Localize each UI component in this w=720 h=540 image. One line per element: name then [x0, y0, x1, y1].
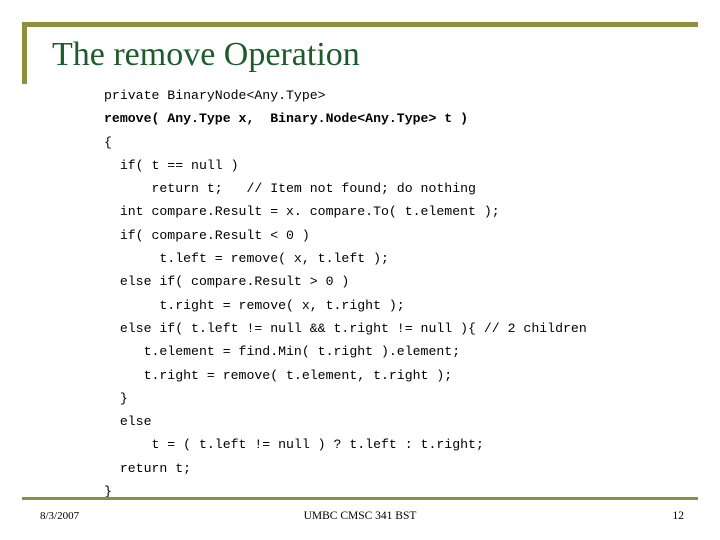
code-line: t.right = remove( t.element, t.right );: [104, 367, 453, 383]
code-line: t.element = find.Min( t.right ).element;: [104, 344, 461, 360]
code-line: private BinaryNode<Any.Type>: [104, 88, 326, 103]
page-title: The remove Operation: [52, 36, 360, 73]
code-line: return t;: [104, 460, 192, 476]
code-line: t = ( t.left != null ) ? t.left : t.righ…: [104, 437, 484, 453]
code-line: remove( Any.Type x, Binary.Node<Any.Type…: [104, 111, 469, 127]
code-block: private BinaryNode<Any.Type> remove( Any.…: [104, 84, 704, 503]
code-line: int compare.Result = x. compare.To( t.el…: [104, 204, 500, 220]
decorative-top-rule: [22, 22, 698, 27]
decorative-bottom-rule: [22, 497, 698, 500]
code-line: if( t == null ): [104, 157, 239, 173]
code-line: t.right = remove( x, t.right );: [104, 297, 405, 313]
code-line: else: [104, 414, 152, 430]
code-line: t.left = remove( x, t.left );: [104, 251, 389, 267]
code-line: if( compare.Result < 0 ): [104, 227, 310, 243]
footer-page-number: 12: [672, 510, 685, 522]
footer-center-text: UMBC CMSC 341 BST: [303, 510, 417, 522]
code-line: else if( compare.Result > 0 ): [104, 274, 350, 290]
code-line: else if( t.left != null && t.right != nu…: [104, 320, 587, 336]
code-line: return t; // Item not found; do nothing: [104, 181, 476, 197]
code-line: {: [104, 134, 112, 150]
code-line: }: [104, 390, 128, 406]
slide: The remove Operation private BinaryNode<…: [0, 0, 720, 540]
decorative-left-rule: [22, 22, 27, 84]
